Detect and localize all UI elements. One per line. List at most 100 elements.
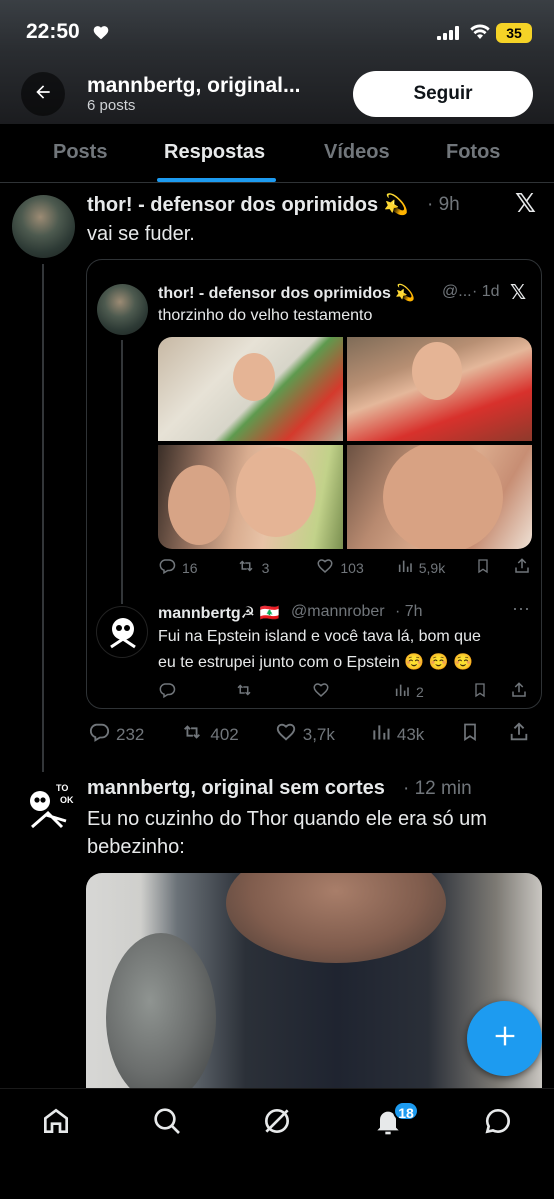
bookmark-button[interactable] — [472, 681, 488, 702]
active-tab-indicator — [157, 178, 276, 182]
nav-home[interactable] — [40, 1105, 72, 1142]
notifications-badge: 18 — [393, 1101, 419, 1121]
photo-3[interactable] — [158, 445, 343, 549]
photo-4[interactable] — [347, 445, 532, 549]
tab-fotos[interactable]: Fotos — [446, 141, 500, 164]
tweet-author-name[interactable]: thor! - defensor dos oprimidos 💫 — [87, 192, 409, 217]
more-options-icon[interactable]: ··· — [512, 598, 530, 619]
profile-tabs: Posts Respostas Vídeos Fotos — [0, 124, 554, 183]
tweet-text: vai se fuder. — [87, 223, 195, 245]
tab-respostas[interactable]: Respostas — [164, 141, 265, 164]
x-logo-icon: 𝕏 — [515, 188, 536, 218]
thread-line — [42, 264, 44, 772]
like-button[interactable]: 103 — [316, 557, 364, 578]
like-count: 103 — [340, 559, 364, 576]
photo-2[interactable] — [347, 337, 532, 441]
tweet-time: · 12 min — [403, 778, 472, 799]
profile-header: 22:50 35 mannbertg, original... 6 posts … — [0, 0, 554, 124]
heart-icon — [316, 557, 334, 578]
svg-text:TO: TO — [56, 783, 68, 793]
home-icon — [40, 1108, 72, 1141]
svg-text:OK: OK — [60, 795, 74, 805]
photo-1[interactable] — [158, 337, 343, 441]
nav-messages[interactable] — [482, 1105, 514, 1142]
bottom-navigation: 18 — [0, 1088, 554, 1199]
quote-time: · 1d — [472, 283, 500, 300]
share-button[interactable] — [508, 721, 530, 748]
repost-button[interactable] — [234, 681, 254, 702]
grok-icon — [261, 1109, 293, 1141]
share-icon — [513, 557, 531, 578]
views-button[interactable]: 2 — [394, 682, 424, 701]
profile-name-title: mannbertg, original... — [87, 74, 301, 97]
compose-button[interactable] — [467, 1001, 542, 1076]
reply-text-line-2: eu te estrupei junto com o Epstein ☺️ ☺️… — [158, 654, 474, 671]
battery-indicator: 35 — [496, 23, 532, 43]
reply-author-name[interactable]: mannbertg☭ 🇱🇧 — [158, 603, 279, 623]
avatar[interactable] — [96, 606, 148, 658]
thread-line — [121, 340, 123, 604]
heart-icon — [275, 721, 297, 748]
views-button[interactable]: 43k — [371, 722, 424, 747]
reply-icon — [158, 681, 176, 702]
like-count: 3,7k — [302, 724, 335, 744]
reply-button[interactable]: 232 — [88, 721, 144, 748]
reply-icon — [158, 557, 176, 578]
follow-button[interactable]: Seguir — [353, 71, 533, 117]
reply-icon — [88, 721, 110, 748]
tab-posts[interactable]: Posts — [53, 141, 107, 164]
repost-icon — [180, 721, 204, 748]
tab-videos[interactable]: Vídeos — [324, 141, 390, 164]
share-button[interactable] — [510, 681, 528, 702]
share-button[interactable] — [513, 557, 531, 578]
nav-search[interactable] — [151, 1105, 183, 1142]
avatar[interactable] — [97, 284, 148, 335]
share-icon — [508, 721, 530, 748]
repost-count: 3 — [261, 559, 270, 576]
like-button[interactable]: 3,7k — [275, 721, 335, 748]
bookmark-button[interactable] — [475, 557, 491, 578]
bookmark-button[interactable] — [460, 721, 480, 748]
tweet-author-name[interactable]: mannbertg, original sem cortes — [87, 777, 385, 800]
views-icon — [397, 558, 413, 577]
quote-author-name[interactable]: thor! - defensor dos oprimidos 💫 — [158, 283, 415, 303]
status-bar: 22:50 35 — [0, 18, 554, 48]
tweet-text-line-1: Eu no cuzinho do Thor quando ele era só … — [87, 808, 487, 830]
arrow-left-icon — [33, 82, 53, 107]
cellular-signal-icon — [437, 26, 459, 45]
bookmark-icon — [472, 681, 488, 702]
reply-button[interactable]: 16 — [158, 557, 198, 578]
repost-icon — [234, 681, 254, 702]
like-button[interactable] — [312, 681, 330, 702]
back-button[interactable] — [21, 72, 65, 116]
quote-text: thorzinho do velho testamento — [158, 307, 373, 324]
bell-icon — [372, 1111, 404, 1141]
reply-time: · 7h — [395, 603, 423, 620]
x-logo-icon: 𝕏 — [510, 282, 527, 304]
views-count: 43k — [396, 724, 425, 744]
reply-text-line-1: Fui na Epstein island e você tava lá, bo… — [158, 628, 481, 645]
reply-count: 232 — [116, 724, 145, 744]
post-count: 6 posts — [87, 97, 136, 114]
avatar[interactable]: TO OK — [12, 777, 78, 843]
tweet-text-line-2: bebezinho: — [87, 836, 185, 858]
reply-handle: @mannrober — [291, 603, 385, 620]
views-icon — [394, 682, 410, 701]
nav-grok[interactable] — [261, 1105, 293, 1142]
bookmark-icon — [460, 721, 480, 748]
views-count: 2 — [416, 683, 424, 700]
reply-button[interactable] — [158, 681, 176, 702]
quote-handle: @... — [442, 283, 472, 300]
views-count: 5,9k — [418, 559, 446, 576]
quote-actions: 16 3 103 5,9k — [158, 557, 531, 578]
tweet-actions: 232 402 3,7k 43k — [88, 721, 530, 748]
search-icon — [151, 1108, 183, 1141]
bookmark-icon — [475, 557, 491, 578]
tweet-time: · 9h — [427, 194, 460, 215]
reply-count: 16 — [182, 559, 198, 576]
plus-icon — [491, 1022, 519, 1055]
views-button[interactable]: 5,9k — [397, 558, 445, 577]
repost-button[interactable]: 3 — [236, 557, 270, 578]
repost-button[interactable]: 402 — [180, 721, 239, 748]
avatar[interactable] — [12, 195, 75, 258]
